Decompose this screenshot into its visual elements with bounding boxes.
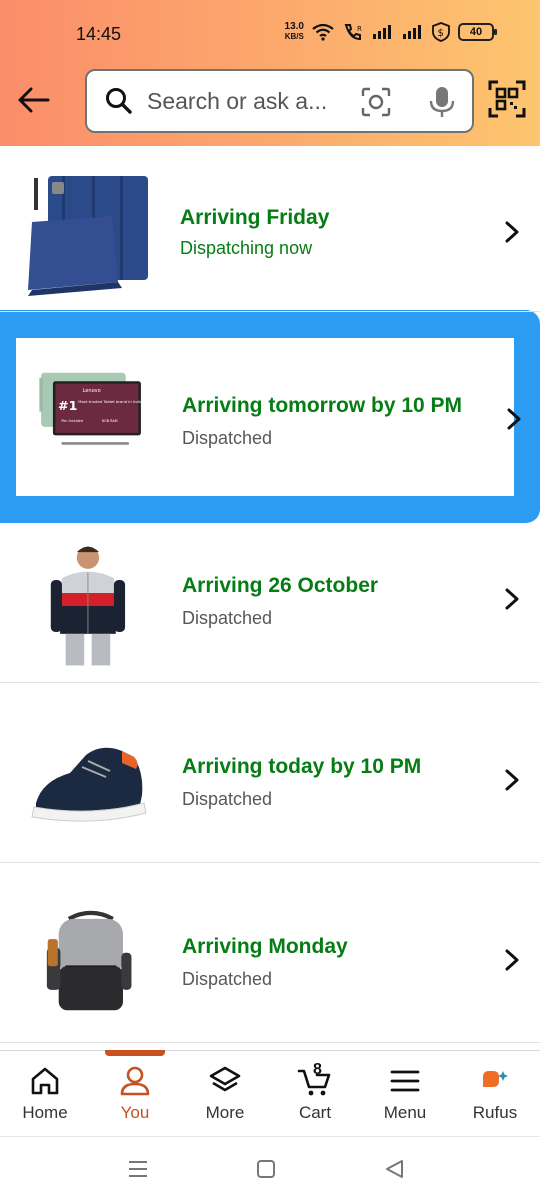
order-row[interactable]: Arriving Monday Dispatched	[0, 863, 540, 1043]
chevron-right-icon	[505, 949, 519, 971]
nav-menu-label: Menu	[383, 1103, 427, 1122]
nav-rufus-label: Rufus	[472, 1103, 518, 1122]
chevron-right-icon	[507, 408, 521, 430]
thumb-pen-label: Pen Included	[61, 419, 83, 423]
order-arrival-title: Arriving 26 October	[182, 574, 379, 597]
home-icon	[31, 1067, 59, 1095]
network-speed: 13.0 KB/S	[285, 22, 304, 42]
search-placeholder: Search or ask a...	[147, 87, 328, 114]
arrow-left-icon	[18, 87, 50, 113]
status-time: 14:45	[76, 24, 122, 44]
search-icon	[106, 88, 132, 114]
nav-cart-label: Cart	[298, 1103, 332, 1122]
order-status: Dispatched	[182, 608, 273, 628]
thumb-brand-label: Lenovo	[83, 388, 101, 394]
nav-home[interactable]: Home	[0, 1051, 90, 1136]
cart-count-badge: 8	[313, 1061, 322, 1078]
qr-scan-button[interactable]	[488, 80, 528, 120]
order-status: Dispatched	[182, 789, 273, 809]
lenovo-tablet-thumbnail: Lenovo #1 Most trusted Tablet brand in I…	[39, 372, 142, 445]
menu-icon	[390, 1070, 420, 1092]
order-info: Arriving tomorrow by 10 PM Dispatched	[182, 394, 462, 449]
order-row[interactable]: Arriving today by 10 PM Dispatched	[0, 683, 540, 863]
order-status: Dispatching now	[180, 238, 313, 258]
hoodie-thumbnail	[50, 546, 126, 666]
nav-home-label: Home	[22, 1103, 68, 1122]
order-arrival-title: Arriving today by 10 PM	[182, 755, 422, 778]
order-info: Arriving Friday Dispatching now	[180, 206, 329, 259]
tablet-case-thumbnail	[28, 176, 148, 296]
camera-icon[interactable]	[361, 87, 391, 117]
order-info: Arriving today by 10 PM Dispatched	[182, 755, 421, 810]
svg-text:$: $	[438, 28, 444, 39]
app-header: 14:45 13.0 KB/S R $ 40 Search or ask a..…	[0, 0, 540, 146]
order-row[interactable]: Lenovo #1 Most trusted Tablet brand in I…	[16, 338, 521, 496]
qr-scan-icon	[488, 80, 526, 118]
user-icon	[120, 1066, 150, 1096]
signal-icon-2	[403, 25, 421, 39]
order-arrival-title: Arriving Friday	[180, 206, 330, 229]
back-triangle-icon[interactable]	[382, 1157, 406, 1181]
recent-apps-icon[interactable]	[126, 1157, 150, 1181]
thumb-tagline-label: Most trusted Tablet brand in India	[78, 399, 142, 404]
nav-more-label: More	[205, 1103, 245, 1122]
network-speed-unit: KB/S	[284, 32, 304, 41]
order-arrival-title: Arriving tomorrow by 10 PM	[182, 394, 463, 417]
nav-more[interactable]: More	[180, 1051, 270, 1136]
thumb-rank-label: #1	[58, 398, 77, 413]
backpack-thumbnail	[46, 910, 132, 1011]
sneaker-thumbnail	[31, 747, 147, 822]
microphone-icon[interactable]	[429, 86, 455, 118]
nav-you[interactable]: You	[90, 1050, 180, 1136]
order-status: Dispatched	[182, 428, 273, 448]
rufus-icon	[483, 1071, 508, 1087]
bottom-navigation: Home You More 8 Cart Menu Rufus	[0, 1050, 540, 1136]
nav-menu[interactable]: Menu	[360, 1051, 450, 1136]
nav-rufus[interactable]: Rufus	[450, 1051, 540, 1136]
chevron-right-icon	[505, 769, 519, 791]
order-row[interactable]: Arriving 26 October Dispatched	[0, 523, 540, 683]
nav-cart[interactable]: 8 Cart	[270, 1051, 360, 1136]
system-navigation-bar	[0, 1136, 540, 1200]
thumb-ram-label: 8GB RAM	[102, 419, 118, 423]
network-speed-value: 13.0	[284, 21, 304, 32]
wifi-icon	[312, 23, 334, 41]
order-row[interactable]: Arriving Friday Dispatching now	[0, 146, 540, 312]
signal-icon	[373, 25, 391, 39]
nav-you-label: You	[120, 1103, 150, 1122]
status-icons: 13.0 KB/S R $ 40	[285, 22, 497, 42]
order-status: Dispatched	[182, 969, 273, 989]
home-button-icon[interactable]	[254, 1157, 278, 1181]
order-arrival-title: Arriving Monday	[182, 935, 348, 958]
chevron-right-icon	[505, 221, 519, 243]
battery-indicator: 40	[458, 23, 497, 41]
order-info: Arriving 26 October Dispatched	[182, 574, 378, 629]
active-tab-indicator	[105, 1050, 165, 1056]
order-info: Arriving Monday Dispatched	[182, 935, 348, 990]
shield-icon: $	[432, 22, 450, 42]
back-button[interactable]	[14, 80, 54, 120]
search-input[interactable]: Search or ask a...	[85, 69, 474, 133]
layers-icon	[209, 1066, 241, 1092]
svg-text:R: R	[357, 25, 362, 33]
call-icon: R	[344, 24, 362, 41]
chevron-right-icon	[505, 588, 519, 610]
